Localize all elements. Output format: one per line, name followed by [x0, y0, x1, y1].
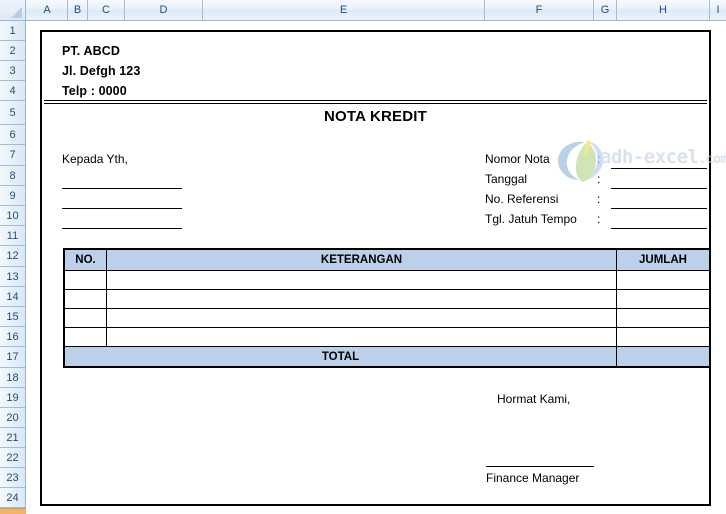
cell-no-4[interactable] — [64, 327, 107, 347]
row-header-10[interactable]: 10 — [0, 206, 25, 226]
column-header-e[interactable]: E — [203, 0, 485, 20]
sheet-edge-nub — [0, 508, 26, 514]
row-header-7[interactable]: 7 — [0, 145, 25, 166]
column-header-f[interactable]: F — [485, 0, 594, 20]
row-header-4[interactable]: 4 — [0, 81, 25, 101]
column-header-b[interactable]: B — [68, 0, 88, 20]
row-header-6[interactable]: 6 — [0, 125, 25, 145]
cell-jumlah-1[interactable] — [616, 270, 710, 290]
field-value-tgl-jatuh-tempo[interactable] — [611, 228, 707, 229]
column-header-c[interactable]: C — [88, 0, 125, 20]
field-value-no-referensi[interactable] — [611, 208, 707, 209]
row-header-2[interactable]: 2 — [0, 41, 25, 61]
field-label-tgl-jatuh-tempo: Tgl. Jatuh Tempo — [485, 212, 577, 226]
column-header-d[interactable]: D — [125, 0, 203, 20]
signature-line[interactable] — [486, 466, 594, 467]
field-colon-nomor-nota: : — [597, 152, 601, 166]
select-all-triangle-icon — [11, 7, 22, 18]
row-header-18[interactable]: 18 — [0, 368, 25, 388]
table-row[interactable] — [64, 270, 710, 290]
cell-keterangan-1[interactable] — [106, 270, 617, 290]
field-label-nomor-nota: Nomor Nota — [485, 152, 550, 166]
row-header-14[interactable]: 14 — [0, 287, 25, 307]
table-row[interactable] — [64, 289, 710, 309]
row-header-9[interactable]: 9 — [0, 186, 25, 206]
row-header-17[interactable]: 17 — [0, 347, 25, 368]
row-header-1[interactable]: 1 — [0, 21, 25, 41]
recipient-label: Kepada Yth, — [62, 152, 128, 166]
cell-jumlah-4[interactable] — [616, 327, 710, 347]
select-all-corner[interactable] — [0, 0, 26, 21]
row-header-21[interactable]: 21 — [0, 428, 25, 448]
header-divider-rule — [44, 100, 707, 104]
column-header-g[interactable]: G — [594, 0, 617, 20]
table-row[interactable] — [64, 327, 710, 347]
row-header-13[interactable]: 13 — [0, 267, 25, 287]
column-header-h[interactable]: H — [617, 0, 710, 20]
cell-no-2[interactable] — [64, 289, 107, 309]
document-title: NOTA KREDIT — [323, 108, 428, 125]
field-colon-no-referensi: : — [597, 192, 601, 206]
row-header-5[interactable]: 5 — [0, 101, 25, 125]
table-row[interactable] — [64, 308, 710, 328]
company-address: Jl. Defgh 123 — [62, 64, 141, 78]
column-header-a[interactable]: A — [27, 0, 68, 20]
excel-spreadsheet-window: A B C D E F G H I 1 2 3 4 5 6 7 8 9 10 1… — [0, 0, 726, 514]
company-name: PT. ABCD — [62, 44, 120, 58]
row-header-22[interactable]: 22 — [0, 448, 25, 468]
cell-no-3[interactable] — [64, 308, 107, 328]
row-header-19[interactable]: 19 — [0, 388, 25, 408]
cell-jumlah-3[interactable] — [616, 308, 710, 328]
cell-keterangan-4[interactable] — [106, 327, 617, 347]
field-label-no-referensi: No. Referensi — [485, 192, 559, 206]
row-header-8[interactable]: 8 — [0, 166, 25, 186]
row-header-20[interactable]: 20 — [0, 408, 25, 428]
company-phone: Telp : 0000 — [62, 84, 127, 98]
row-header-23[interactable]: 23 — [0, 468, 25, 488]
field-value-nomor-nota[interactable] — [611, 168, 707, 169]
recipient-line-1[interactable] — [62, 188, 182, 189]
column-header-no: NO. — [64, 249, 107, 271]
total-value[interactable] — [616, 346, 710, 367]
field-colon-tanggal: : — [597, 172, 601, 186]
cell-no-1[interactable] — [64, 270, 107, 290]
total-label: TOTAL — [64, 346, 617, 367]
field-colon-tgl-jatuh-tempo: : — [597, 212, 601, 226]
column-header-i[interactable]: I — [710, 0, 726, 20]
row-header-3[interactable]: 3 — [0, 61, 25, 81]
column-header-jumlah: JUMLAH — [616, 249, 710, 271]
cell-keterangan-2[interactable] — [106, 289, 617, 309]
row-header-24[interactable]: 24 — [0, 488, 25, 508]
signature-position: Finance Manager — [486, 471, 580, 485]
signature-closing: Hormat Kami, — [497, 392, 571, 406]
line-items-table: NO. KETERANGAN JUMLAH TOTAL — [63, 248, 711, 368]
cell-keterangan-3[interactable] — [106, 308, 617, 328]
field-value-tanggal[interactable] — [611, 188, 707, 189]
table-header-row: NO. KETERANGAN JUMLAH — [64, 249, 710, 271]
row-header-12[interactable]: 12 — [0, 246, 25, 267]
recipient-line-2[interactable] — [62, 208, 182, 209]
field-label-tanggal: Tanggal — [485, 172, 528, 186]
cell-jumlah-2[interactable] — [616, 289, 710, 309]
recipient-line-3[interactable] — [62, 228, 182, 229]
row-header-bar: 1 2 3 4 5 6 7 8 9 10 11 12 13 14 15 16 1… — [0, 21, 26, 514]
table-total-row: TOTAL — [64, 346, 710, 367]
row-header-11[interactable]: 11 — [0, 226, 25, 246]
column-header-keterangan: KETERANGAN — [106, 249, 617, 271]
row-header-15[interactable]: 15 — [0, 307, 25, 327]
row-header-16[interactable]: 16 — [0, 327, 25, 347]
